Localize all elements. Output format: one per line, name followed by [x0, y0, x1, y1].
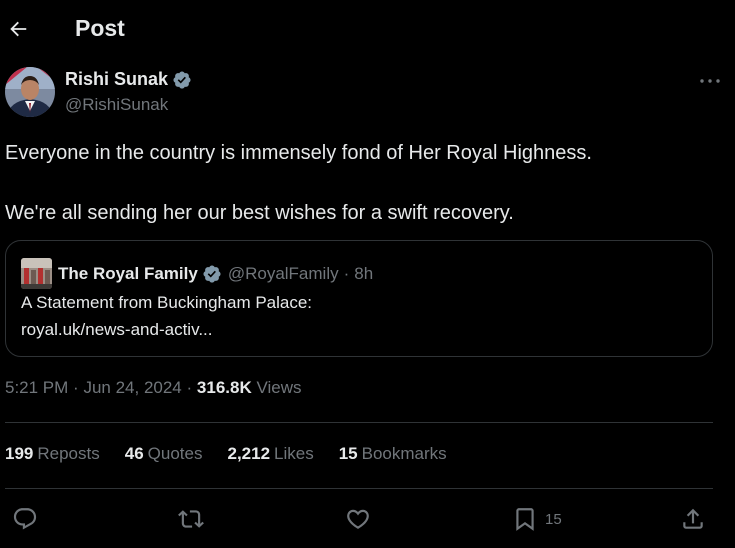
- reply-icon: [13, 508, 37, 530]
- post-author: Rishi Sunak @RishiSunak: [5, 67, 725, 119]
- post-meta: 5:21 PM · Jun 24, 2024 · 316.8K Views: [5, 378, 302, 398]
- likes-stat[interactable]: 2,212 Likes: [227, 444, 313, 464]
- quoted-post-card[interactable]: The Royal Family @RoyalFamily · 8h A Sta…: [5, 240, 713, 357]
- quote-link: royal.uk/news-and-activ...: [21, 320, 213, 339]
- quote-avatar: [21, 258, 52, 289]
- views-count: 316.8K: [196, 378, 252, 397]
- heart-icon: [347, 509, 369, 529]
- separator-dot: ·: [73, 378, 79, 397]
- author-handle[interactable]: @RishiSunak: [65, 95, 168, 115]
- bookmarks-count: 15: [338, 444, 358, 463]
- page-title: Post: [75, 15, 125, 41]
- likes-count: 2,212: [227, 444, 271, 463]
- share-button[interactable]: [680, 503, 706, 535]
- bookmark-button[interactable]: 15: [512, 503, 562, 535]
- reposts-count: 199: [5, 444, 34, 463]
- post-paragraph: Everyone in the country is immensely fon…: [5, 142, 592, 164]
- engagement-stats: 199 Reposts 46 Quotes 2,212 Likes 15 Bookmar…: [5, 444, 472, 464]
- bookmark-icon: [516, 508, 534, 531]
- bookmarks-label: Bookmarks: [361, 444, 447, 463]
- post-paragraph: We're all sending her our best wishes fo…: [5, 202, 514, 224]
- repost-button[interactable]: [178, 503, 204, 535]
- quotes-label: Quotes: [147, 444, 203, 463]
- avatar[interactable]: [5, 67, 55, 117]
- likes-label: Likes: [274, 444, 314, 463]
- action-bar: 15: [0, 503, 735, 535]
- reposts-label: Reposts: [37, 444, 100, 463]
- quote-text-line: A Statement from Buckingham Palace:: [21, 293, 313, 312]
- quote-author-handle: @RoyalFamily: [227, 263, 339, 283]
- reposts-stat[interactable]: 199 Reposts: [5, 444, 100, 464]
- divider: [5, 422, 713, 423]
- like-button[interactable]: [345, 503, 371, 535]
- quote-author-name: The Royal Family: [58, 263, 198, 283]
- more-options-button[interactable]: [695, 71, 725, 91]
- separator-dot: ·: [186, 378, 193, 397]
- quotes-stat[interactable]: 46 Quotes: [125, 444, 203, 464]
- repost-icon: [178, 510, 204, 528]
- post-date[interactable]: Jun 24, 2024: [83, 378, 181, 397]
- separator-dot: ·: [343, 263, 350, 283]
- divider: [5, 488, 713, 489]
- share-icon: [683, 508, 703, 529]
- quote-timestamp: 8h: [354, 263, 374, 283]
- verified-badge-icon: [173, 70, 191, 89]
- post-text: Everyone in the country is immensely fon…: [5, 138, 715, 228]
- views-label: Views: [256, 378, 302, 397]
- more-horizontal-icon: [700, 79, 720, 83]
- bookmark-count: 15: [545, 510, 562, 528]
- top-bar: Post: [0, 0, 735, 58]
- back-button[interactable]: [4, 15, 32, 43]
- author-name[interactable]: Rishi Sunak: [65, 69, 168, 90]
- verified-badge-icon: [203, 264, 221, 283]
- arrow-left-icon: [10, 21, 27, 37]
- bookmarks-stat[interactable]: 15 Bookmarks: [339, 444, 447, 464]
- reply-button[interactable]: [12, 503, 38, 535]
- post-time[interactable]: 5:21 PM: [5, 378, 68, 397]
- quotes-count: 46: [124, 444, 144, 463]
